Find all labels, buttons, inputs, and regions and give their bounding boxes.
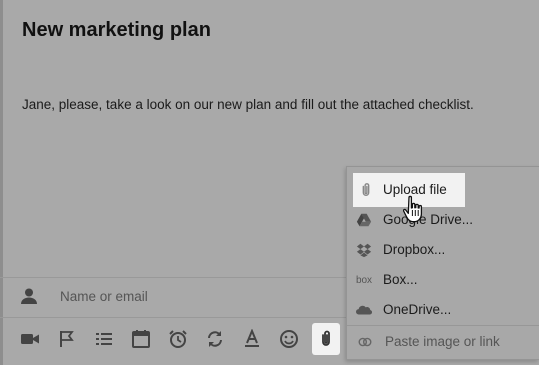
menu-item-onedrive[interactable]: OneDrive...: [347, 295, 539, 325]
checklist-icon[interactable]: [92, 327, 116, 351]
box-logo-text: box: [355, 274, 373, 286]
flag-icon[interactable]: [55, 327, 79, 351]
onedrive-icon: [355, 301, 373, 319]
emoji-icon[interactable]: [277, 327, 301, 351]
paperclip-icon: [357, 181, 375, 199]
person-icon: [20, 287, 38, 305]
alarm-icon[interactable]: [166, 327, 190, 351]
google-drive-icon: [355, 211, 373, 229]
menu-item-label: OneDrive...: [383, 302, 452, 317]
paste-label: Paste image or link: [385, 334, 500, 349]
menu-item-label: Box...: [383, 272, 418, 287]
message-title[interactable]: New marketing plan: [22, 19, 211, 42]
video-icon[interactable]: [18, 327, 42, 351]
hand-cursor-icon: [402, 195, 425, 225]
link-icon: [357, 334, 375, 352]
calendar-icon[interactable]: [129, 327, 153, 351]
message-body[interactable]: Jane, please, take a look on our new pla…: [22, 97, 474, 112]
recipient-input[interactable]: [60, 289, 320, 304]
menu-item-dropbox[interactable]: Dropbox...: [347, 235, 539, 265]
repeat-icon[interactable]: [203, 327, 227, 351]
dropbox-icon: [355, 241, 373, 259]
attach-menu: Upload file Google Drive... Dropbox... b…: [346, 166, 539, 360]
menu-item-box[interactable]: box Box...: [347, 265, 539, 295]
paste-image-or-link[interactable]: Paste image or link: [347, 326, 539, 360]
menu-item-label: Google Drive...: [383, 212, 474, 227]
attach-icon[interactable]: [312, 323, 340, 355]
text-format-icon[interactable]: [240, 327, 264, 351]
box-icon: box: [355, 271, 373, 289]
menu-item-google-drive[interactable]: Google Drive...: [347, 205, 539, 235]
menu-item-label: Dropbox...: [383, 242, 446, 257]
